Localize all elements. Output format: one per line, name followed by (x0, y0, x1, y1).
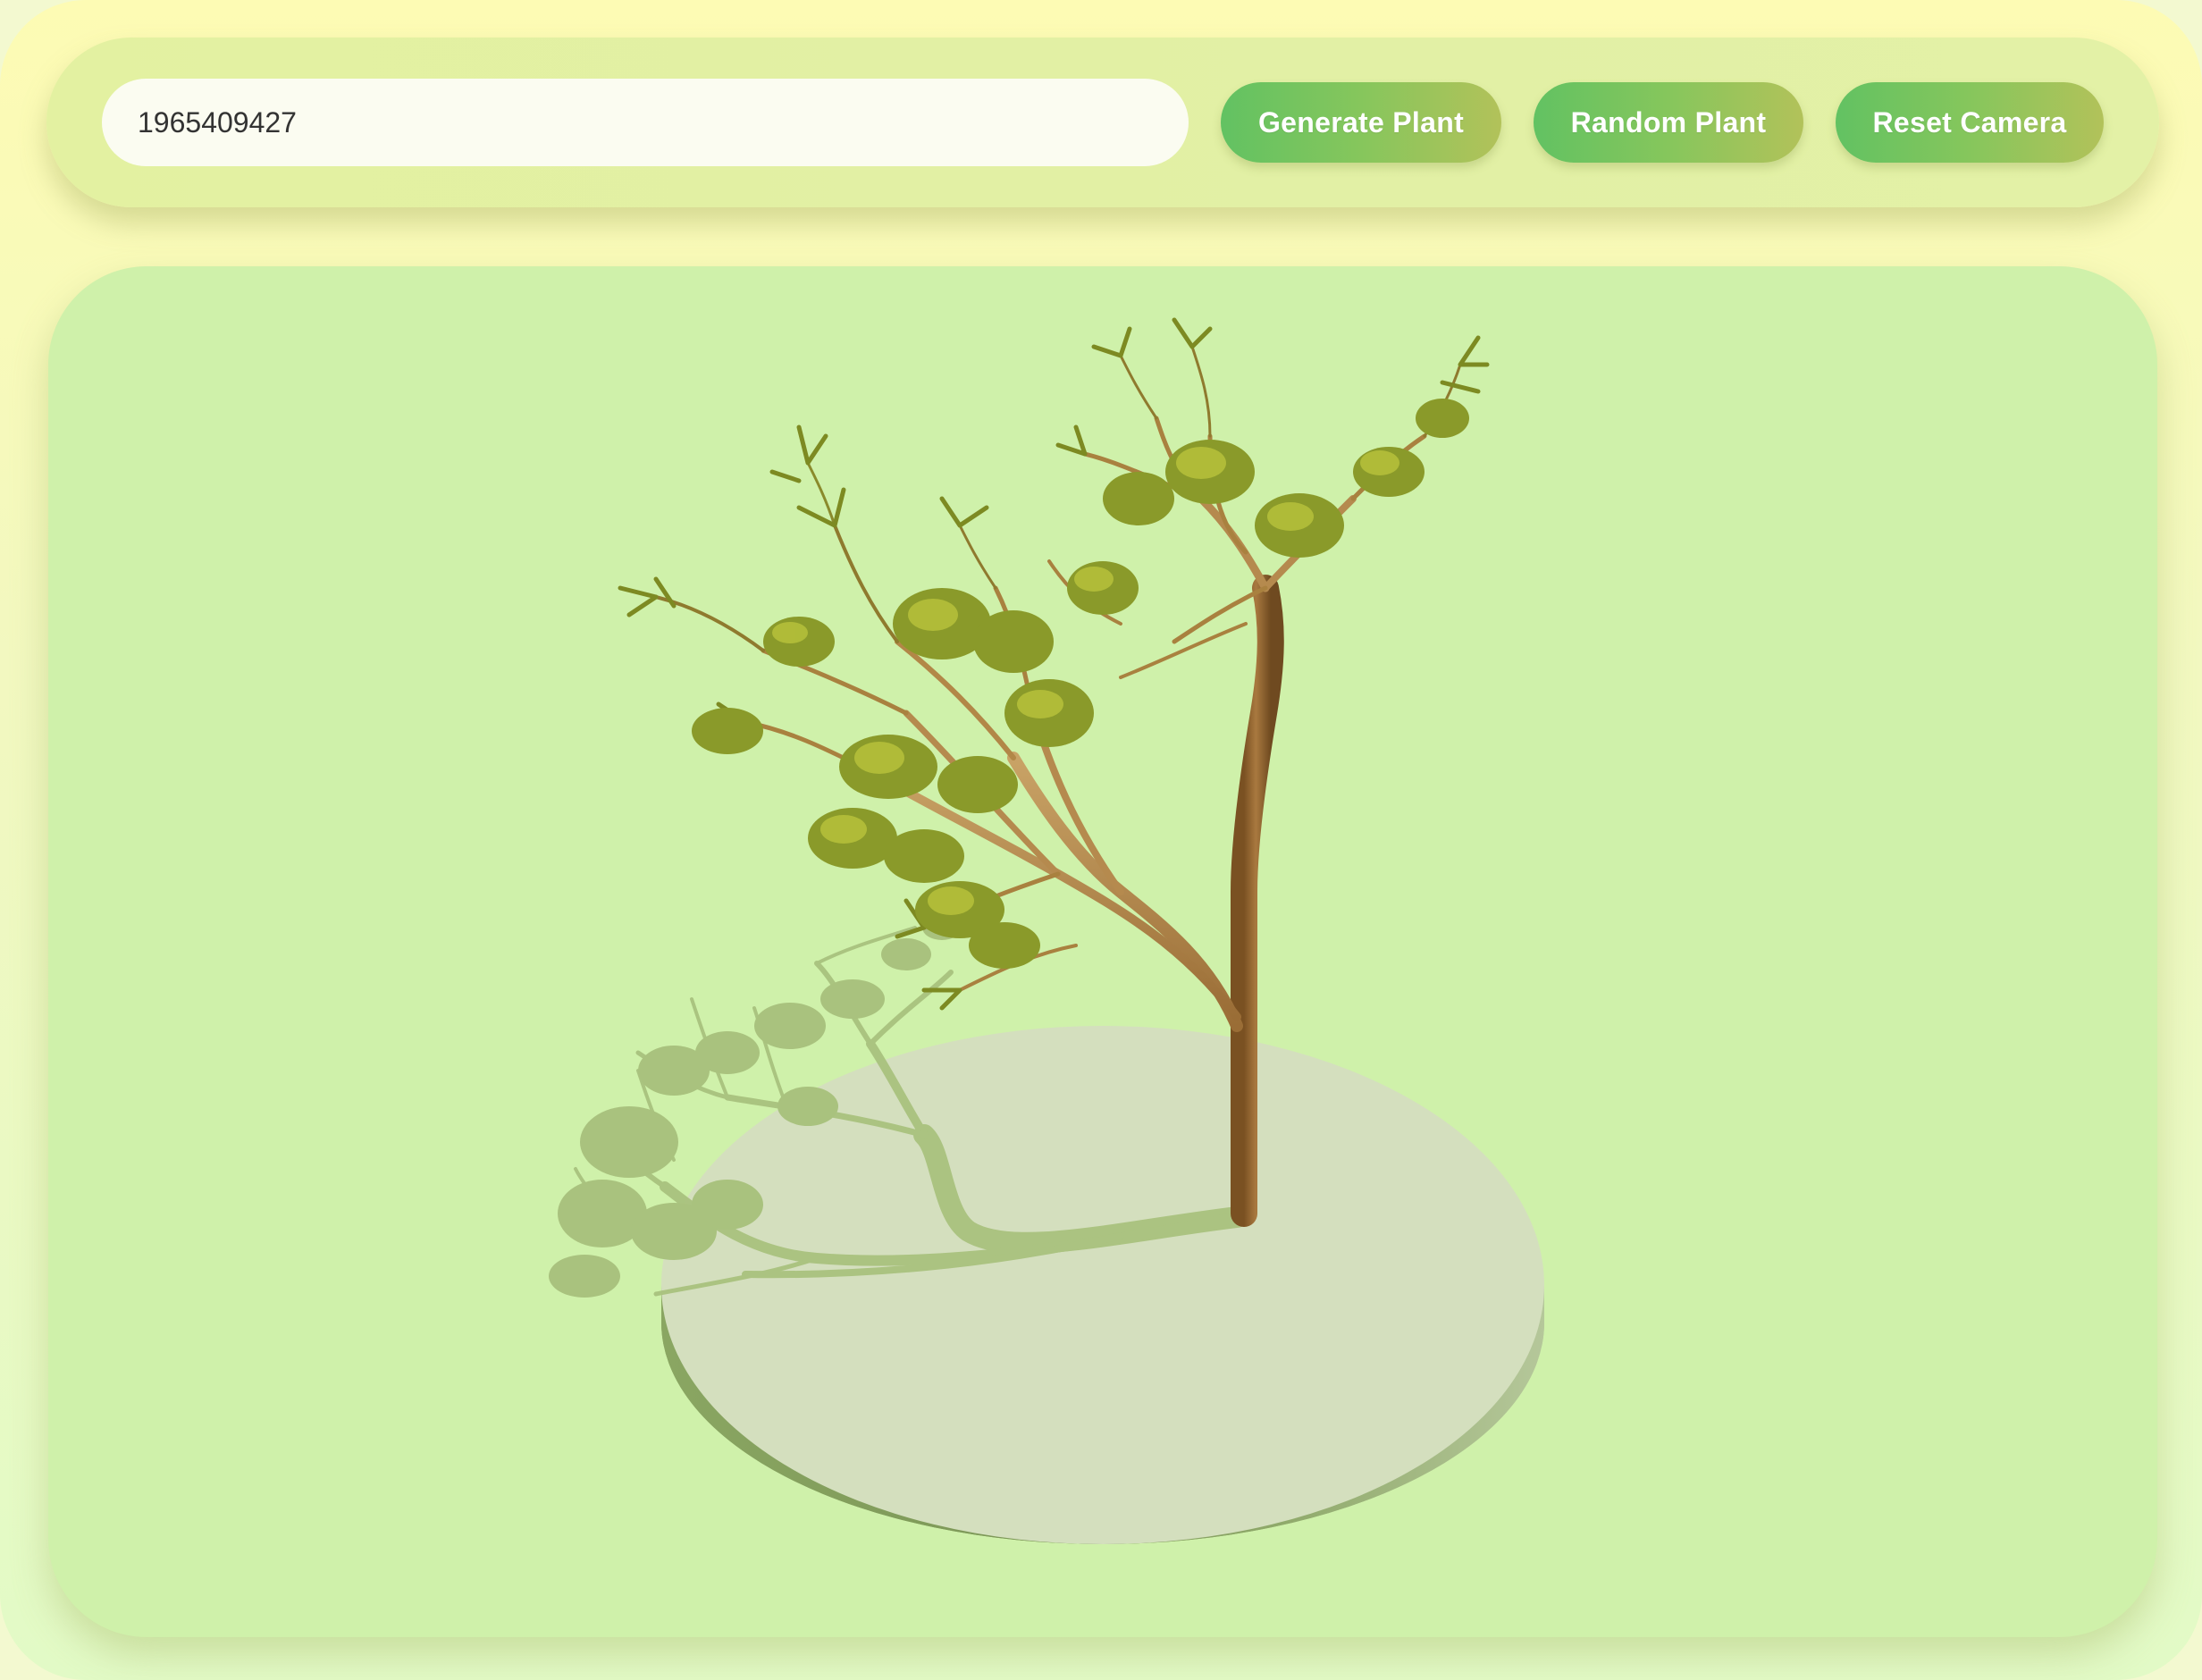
generate-plant-button[interactable]: Generate Plant (1221, 82, 1501, 163)
foliage (618, 317, 1490, 1011)
plant-viewport-canvas[interactable] (48, 266, 2157, 1637)
reset-camera-button[interactable]: Reset Camera (1836, 82, 2104, 163)
plant-scene (549, 317, 1544, 1544)
seed-input[interactable] (102, 79, 1189, 166)
random-plant-button[interactable]: Random Plant (1534, 82, 1803, 163)
app-frame: Generate Plant Random Plant Reset Camera (0, 0, 2202, 1680)
